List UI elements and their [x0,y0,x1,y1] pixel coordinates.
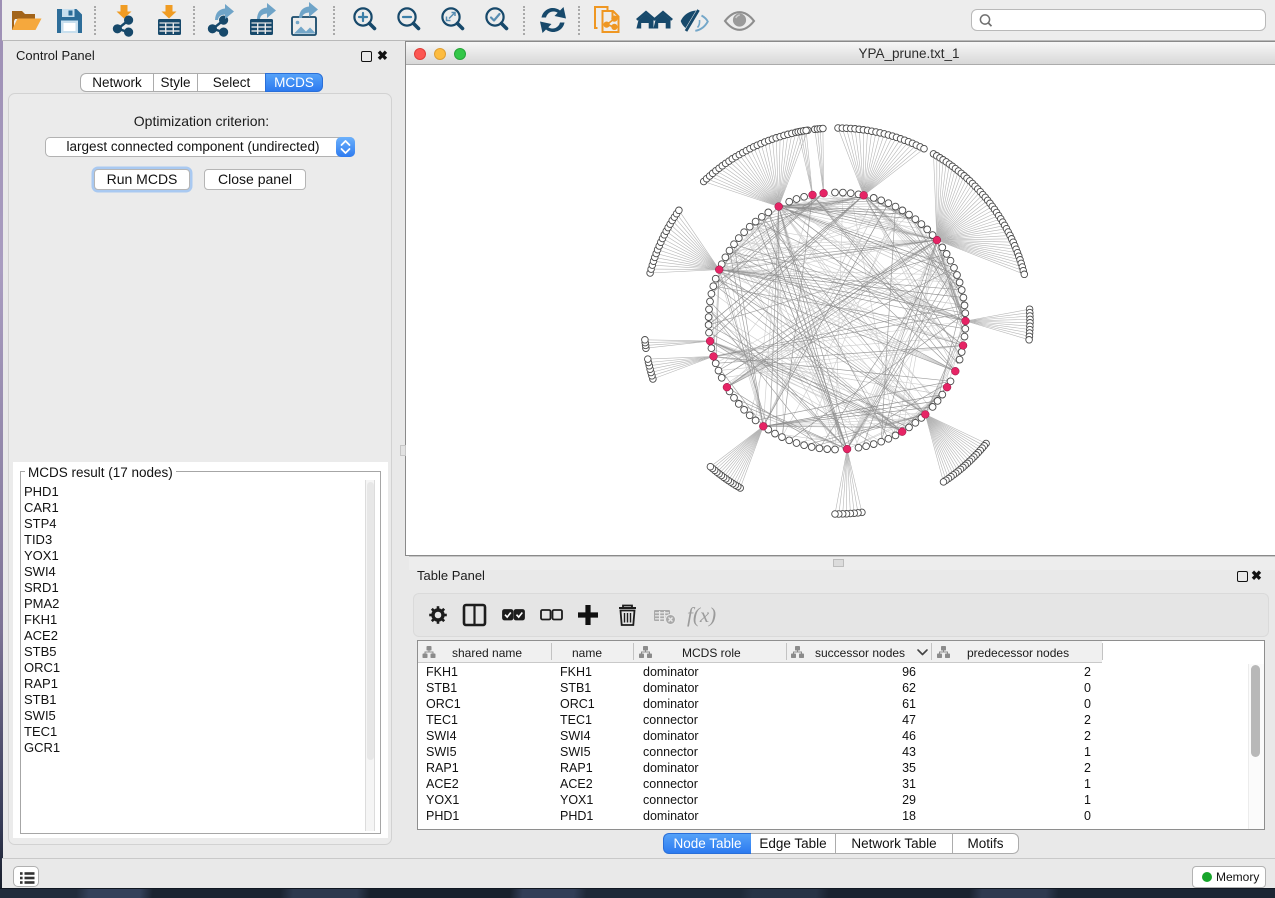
svg-text:f(x): f(x) [687,603,716,627]
